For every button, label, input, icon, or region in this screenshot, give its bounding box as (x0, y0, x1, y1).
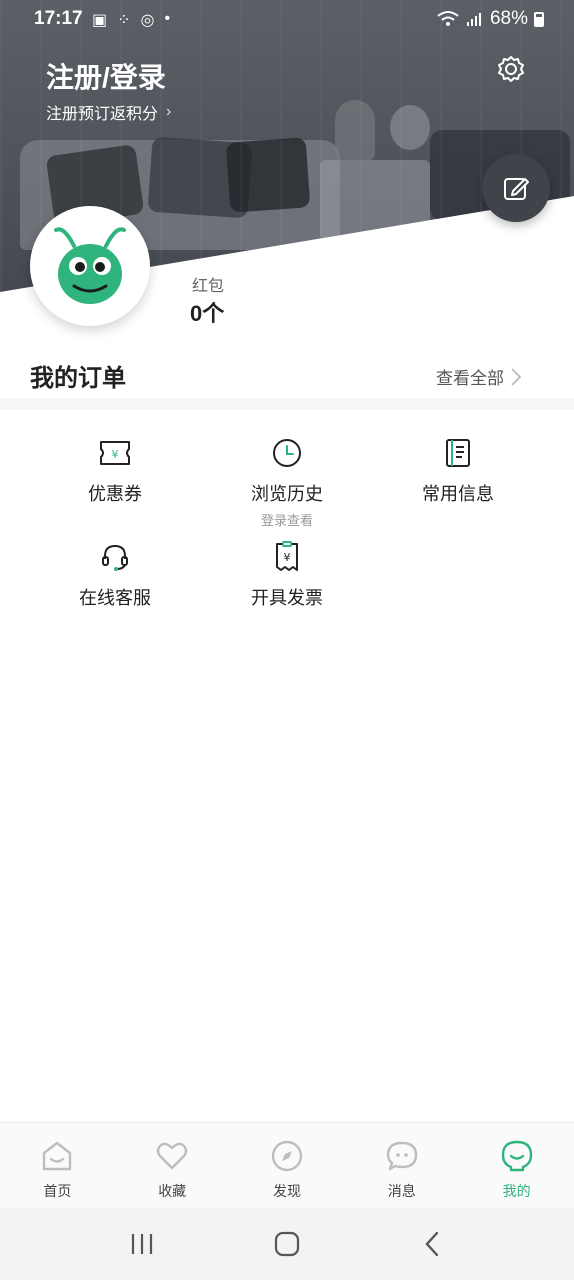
home-square-icon (274, 1231, 300, 1257)
message-icon (383, 1137, 421, 1175)
tab-favorites[interactable]: 收藏 (115, 1123, 230, 1208)
tab-label: 消息 (387, 1183, 416, 1199)
tab-discover[interactable]: 发现 (230, 1123, 345, 1208)
tab-profile[interactable]: 我的 (459, 1123, 574, 1208)
recent-apps-button[interactable] (112, 1219, 172, 1269)
edit-icon (504, 178, 529, 200)
dot-icon: • (164, 10, 171, 27)
heart-icon (153, 1137, 191, 1175)
battery-text: 68% (489, 8, 528, 29)
invoice-icon: ¥ (270, 540, 304, 574)
service-label: 在线客服 (79, 588, 151, 608)
red-packet-label: 红包 (192, 278, 225, 295)
history-clock-icon (270, 436, 304, 470)
view-all-orders-link[interactable]: 查看全部 (436, 364, 522, 389)
service-sublabel: 登录查看 (260, 513, 313, 528)
view-all-label: 查看全部 (436, 369, 504, 388)
service-label: 优惠券 (88, 484, 142, 504)
svg-text:¥: ¥ (112, 448, 119, 461)
gear-icon (498, 56, 524, 82)
notebook-icon (441, 436, 475, 470)
history-item[interactable]: 浏览历史 登录查看 (207, 436, 367, 529)
service-label: 浏览历史 (251, 484, 323, 504)
status-time: 17:17 (34, 8, 83, 29)
chevron-right-icon: › (166, 103, 172, 120)
login-subtitle-link[interactable]: 注册预订返积分 › (46, 100, 171, 124)
login-title[interactable]: 注册/登录 (46, 56, 166, 96)
orders-title: 我的订单 (30, 365, 126, 392)
status-bar: 17:17 ▣ ⁘ ◎ • 68% (0, 0, 574, 38)
ant-mascot-icon (54, 227, 126, 304)
invoice-item[interactable]: ¥ 开具发票 (207, 540, 367, 610)
sync-icon: ◎ (140, 12, 155, 29)
profile-icon (498, 1137, 536, 1175)
home-button[interactable] (257, 1219, 317, 1269)
system-navigation-bar (0, 1208, 574, 1280)
section-divider (0, 398, 574, 410)
service-label: 常用信息 (422, 484, 494, 504)
tab-label: 我的 (502, 1183, 531, 1199)
common-info-item[interactable]: 常用信息 (378, 436, 538, 506)
tab-home[interactable]: 首页 (0, 1123, 115, 1208)
dots-icon: ⁘ (117, 12, 131, 29)
wifi-icon (437, 11, 459, 26)
signal-icon (466, 13, 481, 26)
tab-label: 发现 (272, 1183, 301, 1199)
customer-service-item[interactable]: 在线客服 (35, 540, 195, 610)
login-subtitle: 注册预订返积分 (46, 106, 159, 123)
recent-apps-icon (132, 1234, 153, 1254)
battery-icon (534, 11, 544, 27)
svg-text:¥: ¥ (284, 551, 291, 564)
back-chevron-icon (425, 1231, 438, 1257)
avatar[interactable] (30, 206, 150, 326)
home-icon (38, 1137, 76, 1175)
notification-icons: ▣ ⁘ ◎ • (92, 10, 170, 30)
bottom-tab-bar: 首页 收藏 发现 消息 我的 (0, 1122, 574, 1208)
red-packet-value[interactable]: 0个 (190, 296, 224, 328)
settings-button[interactable] (494, 54, 528, 88)
edit-profile-button[interactable] (482, 154, 550, 222)
tab-label: 首页 (43, 1183, 72, 1199)
image-icon: ▣ (92, 12, 108, 29)
coupon-icon: ¥ (98, 436, 132, 470)
coupon-item[interactable]: ¥ 优惠券 (35, 436, 195, 506)
service-label: 开具发票 (251, 588, 323, 608)
back-button[interactable] (402, 1219, 462, 1269)
chevron-right-icon (511, 367, 522, 386)
tab-label: 收藏 (158, 1183, 187, 1199)
status-right: 68% (436, 8, 544, 30)
headset-icon (98, 540, 132, 574)
compass-icon (268, 1137, 306, 1175)
tab-messages[interactable]: 消息 (344, 1123, 459, 1208)
